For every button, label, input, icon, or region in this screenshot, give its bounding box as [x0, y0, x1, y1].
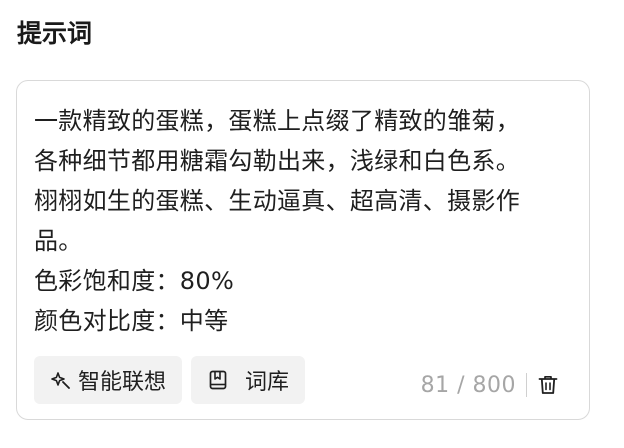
sparkle-icon — [50, 369, 72, 391]
lexicon-button[interactable]: 词库 — [191, 356, 306, 404]
trash-icon[interactable] — [537, 374, 559, 396]
smart-association-label: 智能联想 — [78, 369, 167, 394]
book-icon — [207, 369, 229, 391]
lexicon-label: 词库 — [245, 369, 290, 394]
divider — [526, 373, 527, 397]
section-title: 提示词 — [17, 19, 93, 48]
counter-area: 81 / 800 — [421, 371, 559, 399]
prompt-toolbar: 智能联想 词库 — [34, 356, 306, 404]
prompt-text[interactable]: 一款精致的蛋糕，蛋糕上点缀了精致的雏菊，各种细节都用糖霜勾勒出来，浅绿和白色系。… — [34, 101, 534, 341]
prompt-textarea[interactable]: 一款精致的蛋糕，蛋糕上点缀了精致的雏菊，各种细节都用糖霜勾勒出来，浅绿和白色系。… — [16, 80, 590, 420]
character-counter: 81 / 800 — [420, 372, 516, 398]
smart-association-button[interactable]: 智能联想 — [34, 356, 183, 404]
